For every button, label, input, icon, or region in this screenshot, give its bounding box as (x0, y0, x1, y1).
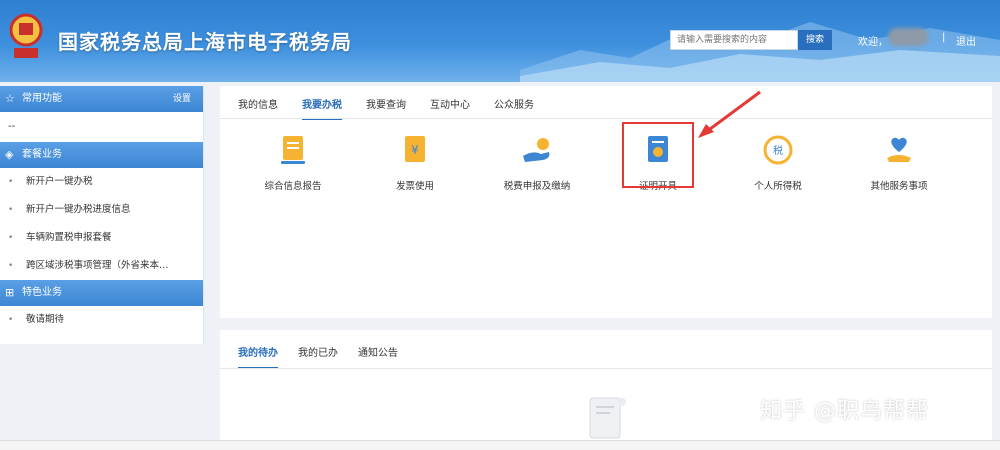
bullet-icon: • (8, 205, 14, 215)
report-icon (281, 136, 305, 164)
watermark-text: 知乎 @职鸟帮帮 (760, 399, 929, 424)
service-invoice[interactable]: ¥ 发票使用 (360, 132, 470, 192)
service-other[interactable]: 其他服务事项 (844, 132, 954, 192)
layers-icon: ◈ (5, 148, 14, 161)
logout-link[interactable]: 退出 (956, 33, 976, 48)
sidebar-item-vehicle-tax[interactable]: • 车辆购置税申报套餐 (0, 224, 203, 252)
sidebar-item-new-account[interactable]: • 新开户一键办税 (0, 168, 203, 196)
invoice-icon: ¥ (405, 136, 425, 162)
welcome-text: 欢迎， (858, 37, 888, 48)
search-input[interactable] (670, 30, 798, 50)
bullet-icon: • (8, 233, 14, 243)
main-tabs: 我的信息 我要办税 我要查询 互动中心 公众服务 (238, 96, 558, 120)
username-redacted (888, 28, 928, 46)
sidebar-item-cross-region[interactable]: • 跨区域涉税事项管理（外省来本… (0, 252, 203, 280)
search-button[interactable]: 搜索 (798, 30, 832, 50)
todo-tabs: 我的待办 我的已办 通知公告 (238, 344, 418, 369)
service-info-report[interactable]: 综合信息报告 (238, 132, 348, 192)
sidebar-common-header[interactable]: ☆ 常用功能 设置 (0, 86, 203, 112)
tab-query[interactable]: 我要查询 (366, 96, 406, 120)
sidebar-settings-link[interactable]: 设置 (173, 86, 191, 112)
bullet-icon: • (8, 177, 14, 187)
tab-interaction[interactable]: 互动中心 (430, 96, 470, 120)
todo-divider (220, 368, 992, 369)
tab-public-service[interactable]: 公众服务 (494, 96, 534, 120)
sidebar-common-title: 常用功能 (22, 93, 62, 104)
bullet-icon: • (8, 315, 14, 325)
svg-text:税: 税 (773, 144, 783, 157)
site-title: 国家税务总局上海市电子税务局 (58, 30, 352, 54)
star-icon: ☆ (5, 92, 15, 105)
sidebar-package-title: 套餐业务 (22, 149, 62, 160)
sidebar-special-header[interactable]: ⊞ 特色业务 (0, 280, 203, 306)
service-tax-filing[interactable]: 税费申报及缴纳 (482, 132, 592, 192)
bullet-icon: • (8, 261, 14, 271)
tab-divider (220, 118, 992, 119)
hand-coin-icon (523, 138, 550, 162)
pointer-arrow-icon (698, 90, 761, 138)
tab-my-info[interactable]: 我的信息 (238, 96, 278, 120)
grid-icon: ⊞ (5, 286, 15, 299)
site-header: 国家税务总局上海市电子税务局 搜索 欢迎， | 退出 (0, 0, 1000, 82)
service-panel: 我的信息 我要办税 我要查询 互动中心 公众服务 综合信息报告 ¥ 发票使用 税… (220, 86, 992, 318)
sidebar-package-header[interactable]: ◈ 套餐业务 (0, 142, 203, 168)
svg-text:¥: ¥ (411, 143, 419, 157)
sidebar-special-title: 特色业务 (22, 287, 62, 298)
tab-my-todo[interactable]: 我的待办 (238, 344, 278, 369)
tab-my-done[interactable]: 我的已办 (298, 344, 338, 369)
status-bar (0, 440, 1000, 450)
tab-notices[interactable]: 通知公告 (358, 344, 398, 369)
sidebar-common-empty: -- (8, 121, 16, 132)
highlight-box (622, 122, 694, 188)
empty-state-icon (589, 397, 626, 439)
sidebar-item-coming-soon[interactable]: • 敬请期待 (0, 306, 203, 334)
sidebar-item-new-account-progress[interactable]: • 新开户一键办税进度信息 (0, 196, 203, 224)
tax-emblem-icon (9, 13, 43, 58)
header-separator: | (942, 32, 946, 43)
sidebar: ☆ 常用功能 设置 -- ◈ 套餐业务 • 新开户一键办税 • 新开户一键办税进… (0, 86, 204, 344)
heart-hand-icon (887, 137, 911, 162)
tab-do-tax[interactable]: 我要办税 (302, 96, 342, 120)
